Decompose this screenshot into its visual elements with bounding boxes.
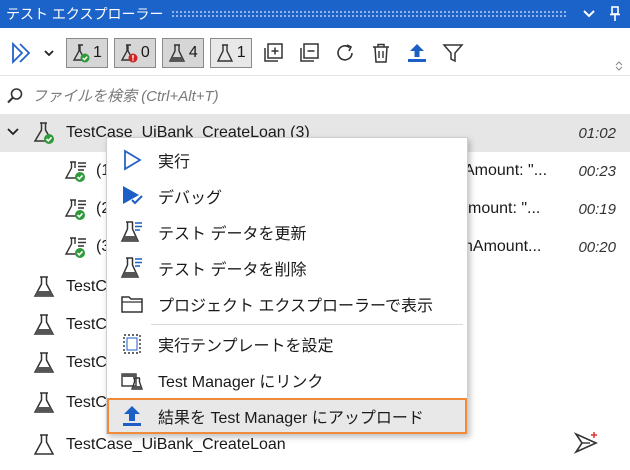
context-menu: 実行 デバッグ テスト データを更新 テスト データを削除 プロジェクト エクス…: [106, 137, 468, 434]
menu-item-label: Test Manager にリンク: [158, 374, 324, 391]
child-label-tail: nAmount...: [464, 238, 542, 255]
filter-button[interactable]: [438, 37, 468, 69]
run-all-button[interactable]: [6, 37, 36, 69]
run-options-dropdown[interactable]: [42, 37, 56, 69]
child-duration: 00:20: [578, 238, 616, 256]
pin-icon[interactable]: [604, 3, 626, 25]
toolbar: 1 0 4 1: [0, 30, 630, 76]
item-label: TestC: [66, 394, 107, 411]
item-label: TestCase_UiBank_CreateLoan: [66, 436, 286, 453]
child-duration: 00:23: [578, 162, 616, 180]
panel-title: テスト エクスプローラー: [6, 6, 164, 22]
expand-all-icon: [263, 42, 283, 62]
filter-icon: [441, 43, 464, 62]
remove-test-data-icon: [119, 255, 145, 281]
flask-icon: [33, 392, 55, 413]
refresh-button[interactable]: [330, 37, 360, 69]
menu-item-label: 実行: [158, 154, 191, 171]
test-data-pass-icon: [64, 237, 86, 258]
menu-item-label: プロジェクト エクスプローラーで表示: [158, 298, 434, 315]
link-test-manager-icon: [119, 367, 145, 393]
child-label-tail: Amount: "...: [464, 162, 548, 179]
flask-icon: [33, 352, 55, 373]
filter-not-run-button[interactable]: 1: [209, 37, 252, 68]
flask-fail-icon: [120, 43, 138, 62]
flask-icon: [168, 43, 185, 62]
menu-item-label: デバッグ: [158, 190, 223, 207]
group-duration: 01:02: [578, 124, 616, 142]
flask-outline-icon: [216, 43, 233, 62]
item-label: TestC: [66, 316, 107, 333]
menu-item-set-execution-template[interactable]: 実行テンプレートを設定: [107, 326, 467, 362]
chevron-down-icon: [44, 49, 54, 56]
menu-item-link-test-manager[interactable]: Test Manager にリンク: [107, 362, 467, 398]
upload-icon: [119, 403, 145, 429]
upload-icon: [407, 43, 426, 62]
run-all-icon: [12, 41, 31, 64]
menu-item-show-in-project-explorer[interactable]: プロジェクト エクスプローラーで表示: [107, 286, 467, 322]
collapse-all-icon: [299, 42, 319, 62]
passed-count: 1: [93, 43, 102, 61]
delete-button[interactable]: [366, 37, 396, 69]
test-data-pass-icon: [64, 199, 86, 220]
menu-item-label: テスト データを更新: [158, 226, 307, 243]
menu-item-run[interactable]: 実行: [107, 142, 467, 178]
expand-all-button[interactable]: [258, 37, 288, 69]
chevron-down-icon[interactable]: [6, 125, 20, 139]
test-data-pass-icon: [64, 161, 86, 182]
debug-icon: [119, 183, 145, 209]
filter-total-button[interactable]: 4: [161, 37, 204, 68]
search-icon: [7, 88, 23, 104]
run-icon: [119, 147, 145, 173]
update-test-data-icon: [119, 219, 145, 245]
child-label-tail: mount: "...: [468, 200, 541, 217]
failed-count: 0: [140, 43, 150, 61]
scroll-indicator[interactable]: [614, 58, 624, 76]
flask-icon: [33, 314, 55, 335]
chevron-down-icon[interactable]: [578, 3, 600, 25]
item-label: TestC: [66, 354, 107, 371]
chevron-updown-icon: [615, 61, 623, 71]
menu-item-debug[interactable]: デバッグ: [107, 178, 467, 214]
template-icon: [119, 331, 145, 357]
title-bar-grip[interactable]: [171, 10, 568, 18]
not-run-count: 1: [236, 43, 246, 61]
upload-button[interactable]: [402, 37, 432, 69]
flask-pass-icon: [72, 43, 90, 62]
filter-failed-button[interactable]: 0: [113, 37, 156, 68]
child-duration: 00:19: [578, 200, 616, 218]
collapse-all-button[interactable]: [294, 37, 324, 69]
folder-icon: [119, 291, 145, 317]
menu-item-remove-test-data[interactable]: テスト データを削除: [107, 250, 467, 286]
flask-icon: [33, 276, 55, 297]
delete-icon: [372, 43, 389, 63]
menu-item-label: 結果を Test Manager にアップロード: [158, 410, 424, 427]
menu-item-update-test-data[interactable]: テスト データを更新: [107, 214, 467, 250]
flask-outline-icon: [33, 434, 55, 455]
menu-item-label: 実行テンプレートを設定: [158, 338, 334, 355]
flask-pass-icon: [33, 122, 54, 144]
filter-passed-button[interactable]: 1: [66, 37, 108, 68]
title-bar: テスト エクスプローラー: [0, 0, 630, 28]
refresh-icon: [336, 43, 353, 61]
send-icon: [573, 432, 598, 454]
total-count: 4: [188, 43, 198, 61]
feedback-button[interactable]: [573, 430, 600, 461]
search-input[interactable]: [32, 87, 432, 105]
menu-item-upload-results[interactable]: 結果を Test Manager にアップロード: [107, 398, 467, 434]
menu-item-label: テスト データを削除: [158, 262, 307, 279]
search-bar: [0, 82, 630, 110]
menu-separator: [151, 324, 463, 325]
